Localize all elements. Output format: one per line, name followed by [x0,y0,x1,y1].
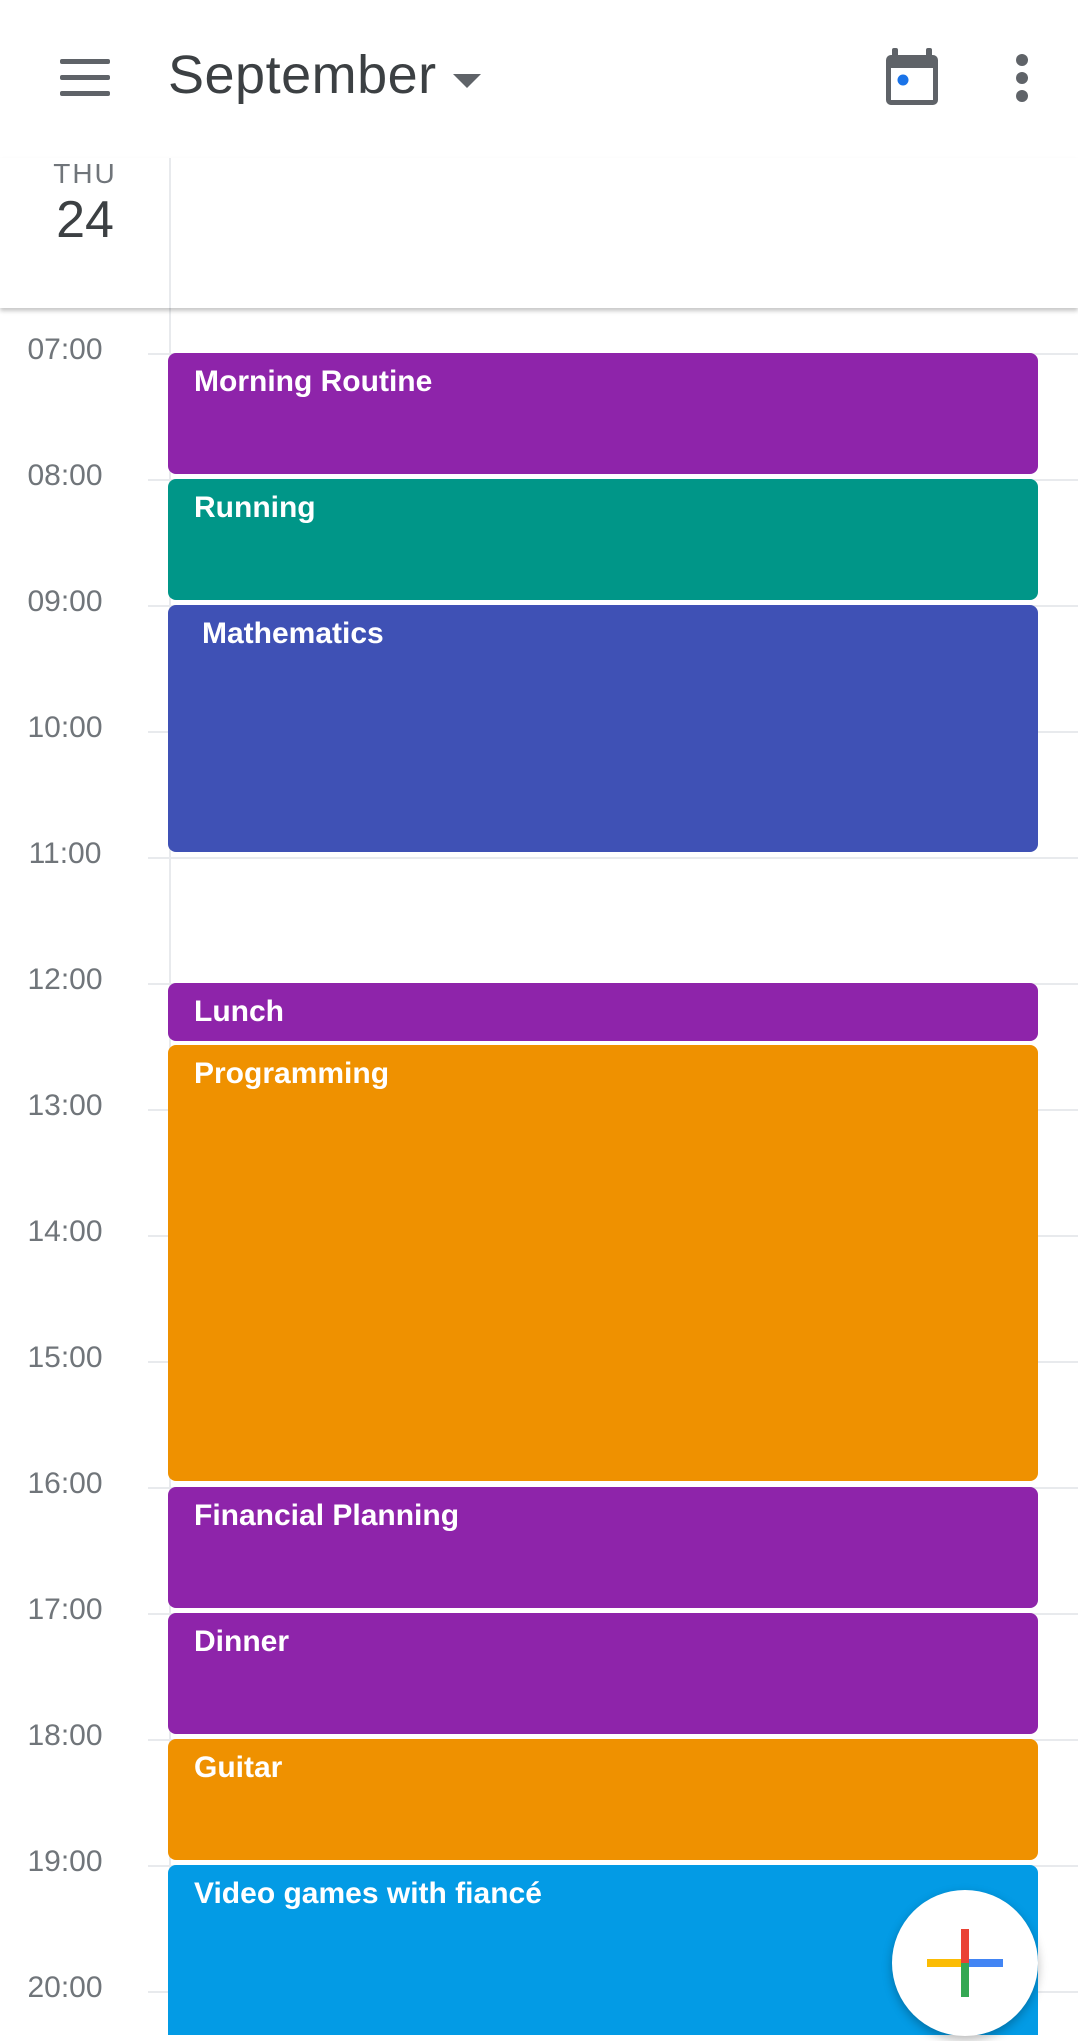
month-title[interactable]: September [168,44,437,106]
event-title: Mathematics [202,617,384,650]
hour-line [148,857,1078,859]
schedule-grid[interactable]: 07:00 08:00 09:00 10:00 11:00 12:00 13:0… [0,308,1078,2035]
hour-label: 13:00 [27,1089,103,1122]
more-vert-icon[interactable] [1000,46,1044,110]
event-title: Programming [194,1057,390,1090]
event-morning-routine[interactable]: Morning Routine [168,353,1038,474]
event-title: Guitar [194,1751,283,1784]
calendar-today-icon[interactable] [880,46,944,110]
day-date[interactable]: 24 [0,190,170,250]
header-divider [169,158,171,308]
event-programming[interactable]: Programming [168,1045,1038,1481]
day-weekday: THU [53,158,117,189]
event-title: Video games with fiancé [194,1877,542,1910]
day-header: THU 24 [0,158,1078,308]
event-title: Dinner [194,1625,290,1658]
event-dinner[interactable]: Dinner [168,1613,1038,1734]
hour-label: 11:00 [28,837,102,870]
menu-icon[interactable] [50,46,120,110]
event-title: Running [194,491,316,524]
hour-label: 20:00 [27,1971,103,2004]
caret-down-icon[interactable] [453,74,481,88]
hour-label: 16:00 [27,1467,103,1500]
hour-label: 12:00 [27,963,103,996]
event-title: Lunch [194,995,284,1028]
app-bar: September [0,0,1078,158]
hour-label: 07:00 [27,333,103,366]
hour-label: 19:00 [27,1845,103,1878]
hour-label: 10:00 [27,711,103,744]
event-lunch[interactable]: Lunch [168,983,1038,1041]
add-event-button[interactable] [892,1890,1038,2036]
add-event-icon [927,1929,1003,1997]
event-title: Financial Planning [194,1499,460,1532]
hour-label: 18:00 [27,1719,103,1752]
hour-label: 08:00 [27,459,103,492]
hour-label: 17:00 [27,1593,103,1626]
event-running[interactable]: Running [168,479,1038,600]
hour-row: 11:00 [0,837,1078,870]
event-title: Morning Routine [194,365,433,398]
event-mathematics[interactable]: Mathematics [168,605,1038,852]
hour-label: 15:00 [27,1341,103,1374]
event-financial-planning[interactable]: Financial Planning [168,1487,1038,1608]
hour-label: 14:00 [27,1215,103,1248]
event-guitar[interactable]: Guitar [168,1739,1038,1860]
hour-label: 09:00 [27,585,103,618]
